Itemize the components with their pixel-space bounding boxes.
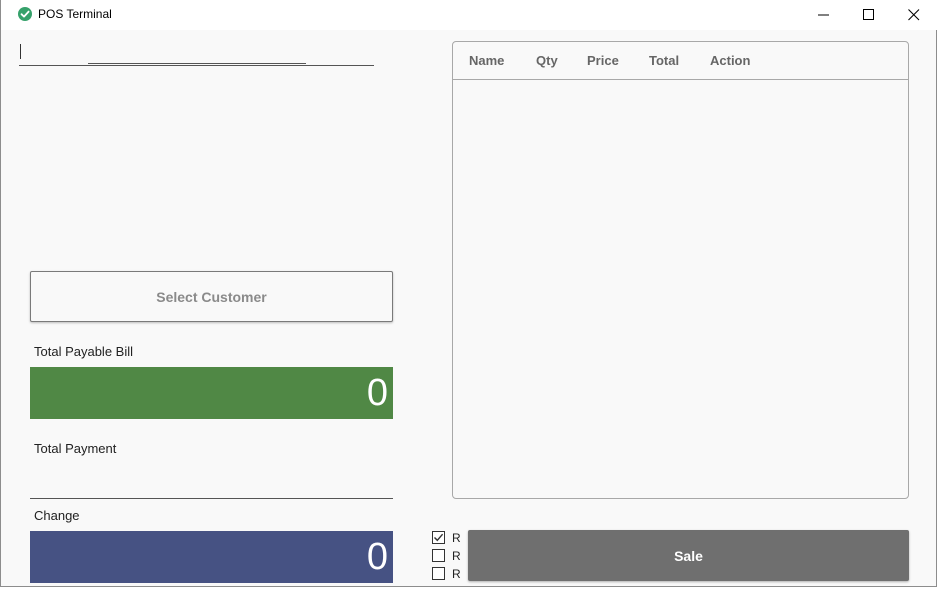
title-bar[interactable]: POS Terminal [1,0,938,30]
checkmark-circle-icon [18,7,32,21]
close-icon [908,9,920,21]
column-header-action[interactable]: Action [710,53,750,68]
column-header-name[interactable]: Name [469,53,504,68]
minimize-button[interactable] [801,0,847,30]
total-payable-label: Total Payable Bill [34,344,133,359]
total-payment-label: Total Payment [34,441,117,456]
option-label-3: R [452,567,461,581]
checkmark-icon [434,533,444,542]
sale-button[interactable]: Sale [468,530,909,581]
change-value: 0 [30,531,393,583]
total-payable-value: 0 [30,367,393,419]
option-label-1: R [452,531,461,545]
select-customer-button[interactable]: Select Customer [30,271,393,322]
option-label-2: R [452,549,461,563]
pos-window: POS Terminal Select Customer Total Payab… [0,0,938,587]
search-underline-decoration [88,63,306,64]
cart-items-grid[interactable]: Name Qty Price Total Action [452,41,909,499]
column-header-qty[interactable]: Qty [536,53,558,68]
option-checkbox-3[interactable] [432,567,445,580]
window-title: POS Terminal [38,7,112,21]
option-checkbox-1[interactable] [432,531,445,544]
change-label: Change [34,508,80,523]
maximize-icon [863,9,874,20]
column-header-price[interactable]: Price [587,53,619,68]
minimize-icon [818,14,829,16]
total-payment-input[interactable] [30,462,393,499]
option-checkbox-2[interactable] [432,549,445,562]
grid-header: Name Qty Price Total Action [453,42,908,80]
text-caret [20,44,21,59]
maximize-button[interactable] [846,0,892,30]
close-button[interactable] [891,0,937,30]
column-header-total[interactable]: Total [649,53,679,68]
